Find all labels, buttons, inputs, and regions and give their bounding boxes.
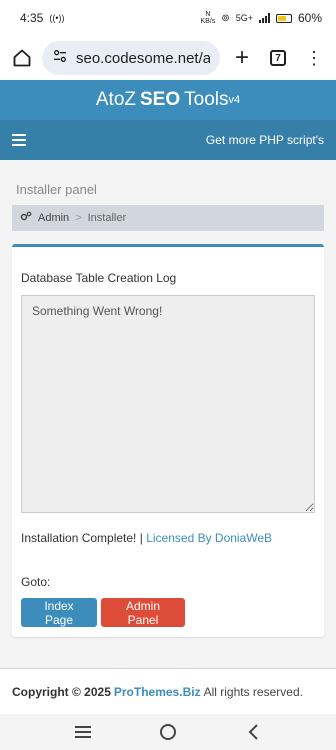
home-nav-icon[interactable] [156, 720, 180, 744]
status-right: N KB/s ⊚ 5G+ 60% [201, 11, 322, 25]
url-text[interactable]: seo.codesome.net/ad [76, 50, 210, 67]
breadcrumb-admin[interactable]: Admin [38, 212, 69, 224]
goto-buttons: Index Page Admin Panel [21, 598, 315, 627]
installer-box: Database Table Creation Log Something We… [12, 244, 324, 637]
network-type: 5G+ [235, 13, 253, 23]
breadcrumb-installer: Installer [87, 212, 127, 224]
main-content: Installer panel Admin > Installer Databa… [0, 182, 336, 637]
goto-label: Goto: [21, 575, 51, 589]
network-speed: N KB/s [201, 11, 216, 25]
logo-text-post: Tools [184, 89, 229, 110]
network-speed-top: N [205, 11, 211, 18]
battery-fill [277, 15, 287, 21]
signal-icon [258, 13, 270, 23]
admin-panel-button[interactable]: Admin Panel [101, 598, 185, 627]
navbar: Get more PHP script's [0, 120, 336, 160]
rights-text: All rights reserved. [203, 684, 303, 699]
get-more-scripts-link[interactable]: Get more PHP script's [206, 133, 324, 147]
logo-text-pre: AtoZ [95, 89, 136, 110]
logo-version: v4 [228, 94, 241, 106]
footer: Copyright © 2025 ProThemes.Biz All right… [0, 668, 336, 714]
home-icon[interactable] [10, 46, 34, 70]
page-title: Installer panel [16, 182, 97, 197]
license-link[interactable]: Licensed By DoniaWeB [146, 531, 272, 545]
footer-brand-link[interactable]: ProThemes.Biz [114, 685, 201, 699]
breadcrumb: Admin > Installer [12, 205, 324, 231]
copyright-text: Copyright © 2025 [12, 684, 111, 699]
status-bar: 4:35 ((•)) N KB/s ⊚ 5G+ 60% [0, 0, 336, 36]
status-left: 4:35 ((•)) [20, 11, 65, 25]
battery-percent: 60% [297, 11, 322, 25]
log-label: Database Table Creation Log [21, 271, 177, 285]
recent-apps-icon[interactable] [71, 720, 95, 744]
wifi-calling-icon: ⊚ [221, 12, 230, 24]
tab-count: 7 [270, 50, 286, 66]
creation-log-textarea[interactable]: Something Went Wrong! [21, 295, 315, 513]
hotspot-icon: ((•)) [49, 13, 65, 23]
installation-complete-text: Installation Complete! | [21, 531, 143, 545]
hamburger-menu-icon[interactable] [12, 134, 26, 146]
status-time: 4:35 [20, 11, 44, 25]
site-settings-icon[interactable] [52, 48, 68, 69]
address-bar[interactable]: seo.codesome.net/ad [42, 41, 220, 75]
back-icon[interactable] [241, 720, 265, 744]
cogs-icon [20, 211, 32, 225]
new-tab-icon[interactable]: + [228, 44, 256, 72]
android-navigation-bar [0, 714, 336, 750]
tab-switcher-button[interactable]: 7 [264, 44, 292, 72]
more-menu-icon[interactable]: ⋮ [300, 44, 328, 72]
breadcrumb-separator: > [75, 212, 82, 224]
site-logo[interactable]: AtoZ SEO Tools v4 [0, 80, 336, 120]
index-page-button[interactable]: Index Page [21, 598, 97, 627]
battery-icon [275, 13, 292, 23]
browser-toolbar: seo.codesome.net/ad + 7 ⋮ [0, 36, 336, 80]
network-speed-unit: KB/s [200, 18, 216, 25]
logo-text-bold: SEO [140, 89, 181, 110]
installation-status: Installation Complete! | Licensed By Don… [21, 531, 315, 545]
